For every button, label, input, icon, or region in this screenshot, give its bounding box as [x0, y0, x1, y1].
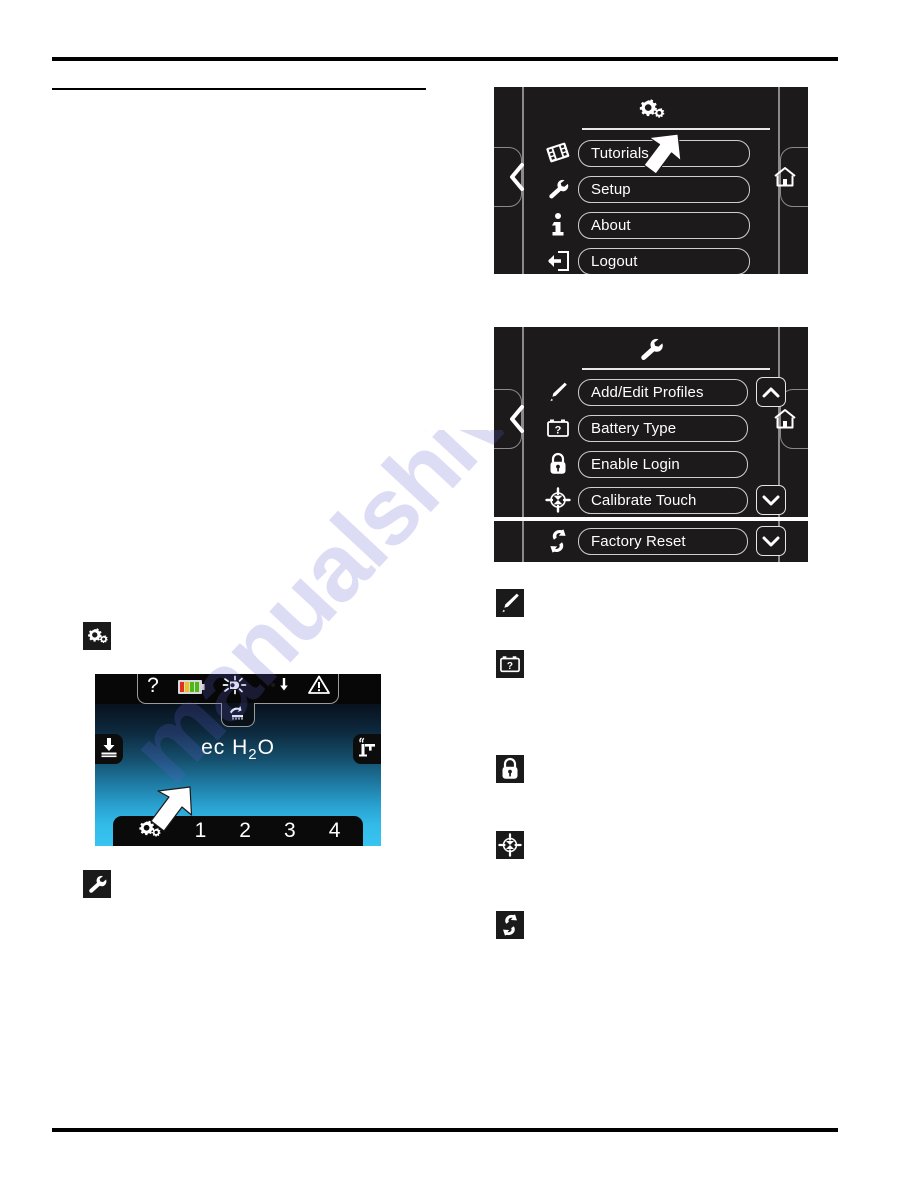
battery-gauge-icon [176, 676, 206, 701]
gears-icon [85, 626, 109, 646]
settings-button[interactable] [136, 818, 162, 845]
menu-row[interactable]: About [538, 211, 768, 239]
lock-icon [538, 450, 578, 478]
footer-rule [52, 1128, 838, 1132]
menu-row[interactable]: Setup [538, 175, 768, 203]
home-button[interactable] [770, 163, 800, 191]
logo-prefix: ec H [201, 736, 249, 759]
menu-item-logout[interactable]: Logout [578, 247, 750, 274]
legend-reset-arrows-icon-tile [496, 911, 524, 939]
gears-icon [636, 97, 666, 126]
menu-item-calibrate-touch[interactable]: Calibrate Touch [578, 486, 748, 514]
warning-triangle-icon[interactable] [307, 674, 331, 701]
zone-button-1[interactable]: 1 [195, 819, 207, 843]
legend-crosshair-icon-tile [496, 831, 524, 859]
battery-question-icon: ? [538, 414, 578, 442]
brush-speed-icon [227, 704, 249, 725]
header-rule [52, 57, 838, 61]
menu-row[interactable]: ? Battery Type [538, 414, 806, 442]
ec-h2o-logo: ec H2O [95, 736, 381, 763]
zone-button-3[interactable]: 3 [284, 819, 296, 843]
battery-question-icon: ? [498, 654, 522, 674]
title-underline [582, 128, 770, 130]
chevron-down-icon [762, 495, 780, 506]
scroll-down-button[interactable] [756, 526, 786, 556]
legend-gears-icon-tile [83, 622, 111, 650]
scroll-down-button[interactable] [756, 485, 786, 515]
menu-item-tutorials[interactable]: Tutorials [578, 139, 750, 167]
back-chevron-icon [510, 163, 524, 191]
headlight-icon[interactable] [221, 674, 249, 701]
menu-item-factory-reset[interactable]: Factory Reset [578, 527, 748, 555]
wrench-icon [538, 175, 578, 203]
legend-pencil-icon-tile [496, 589, 524, 617]
menu-row[interactable]: Calibrate Touch [538, 485, 806, 515]
svg-text:?: ? [555, 424, 562, 436]
svg-text:?: ? [148, 674, 160, 696]
pencil-icon [538, 378, 578, 406]
back-chevron-icon [510, 405, 524, 433]
info-icon [538, 211, 578, 239]
legend-lock-icon-tile [496, 755, 524, 783]
scroll-up-button[interactable] [756, 377, 786, 407]
logout-arrow-icon [538, 247, 578, 274]
section-rule [52, 88, 426, 90]
zone-button-4[interactable]: 4 [329, 819, 341, 843]
legend-battery-question-icon-tile: ? [496, 650, 524, 678]
svg-text:?: ? [507, 661, 513, 672]
panel-title [494, 333, 808, 369]
screen-status-bar-frame: ? [137, 674, 339, 704]
logo-subscript: 2 [248, 746, 258, 764]
gears-icon [136, 818, 162, 845]
chevron-up-icon [762, 387, 780, 398]
back-button[interactable] [504, 161, 530, 193]
legend-wrench-icon-tile [83, 870, 111, 898]
hourmeter-icon [264, 674, 292, 701]
setup-menu-panel: Add/Edit Profiles ? Battery Type Enable … [494, 327, 808, 517]
menu-item-add-edit-profiles[interactable]: Add/Edit Profiles [578, 378, 748, 406]
logo-suffix: O [257, 736, 275, 759]
lock-icon [499, 757, 521, 781]
wrench-icon [85, 873, 109, 895]
menu-row[interactable]: Logout [538, 247, 768, 274]
zone-button-2[interactable]: 2 [239, 819, 251, 843]
reset-arrows-icon [499, 913, 521, 937]
wrench-icon [636, 336, 666, 367]
screen-bottom-bar: 1 2 3 4 [113, 816, 363, 846]
menu-row[interactable]: Tutorials [538, 139, 768, 167]
menu-row[interactable]: Enable Login [538, 450, 806, 478]
chevron-down-icon [762, 536, 780, 547]
menu-item-battery-type[interactable]: Battery Type [578, 414, 748, 442]
title-underline [582, 368, 770, 370]
panel-title [494, 93, 808, 129]
reset-arrows-icon [538, 527, 578, 555]
pencil-icon [499, 591, 521, 615]
brush-speed-tab[interactable] [221, 703, 255, 727]
menu-item-setup[interactable]: Setup [578, 175, 750, 203]
menu-item-enable-login[interactable]: Enable Login [578, 450, 748, 478]
menu-row[interactable]: Factory Reset [538, 526, 806, 556]
machine-display-screen: ? ec H2O 1 2 3 4 [95, 674, 381, 846]
home-icon [774, 167, 796, 187]
settings-menu-panel: Tutorials Setup About Logout [494, 87, 808, 274]
back-button[interactable] [504, 403, 530, 435]
help-question-icon[interactable]: ? [145, 674, 161, 701]
crosshair-icon [498, 833, 522, 857]
panel-left-edge [522, 521, 524, 562]
manual-page: Tutorials Setup About Logout Add/Edit Pr… [0, 0, 918, 1188]
film-strip-icon [538, 139, 578, 167]
crosshair-icon [538, 486, 578, 514]
menu-row[interactable]: Add/Edit Profiles [538, 377, 806, 407]
menu-item-about[interactable]: About [578, 211, 750, 239]
factory-reset-strip-panel: Factory Reset [494, 521, 808, 562]
